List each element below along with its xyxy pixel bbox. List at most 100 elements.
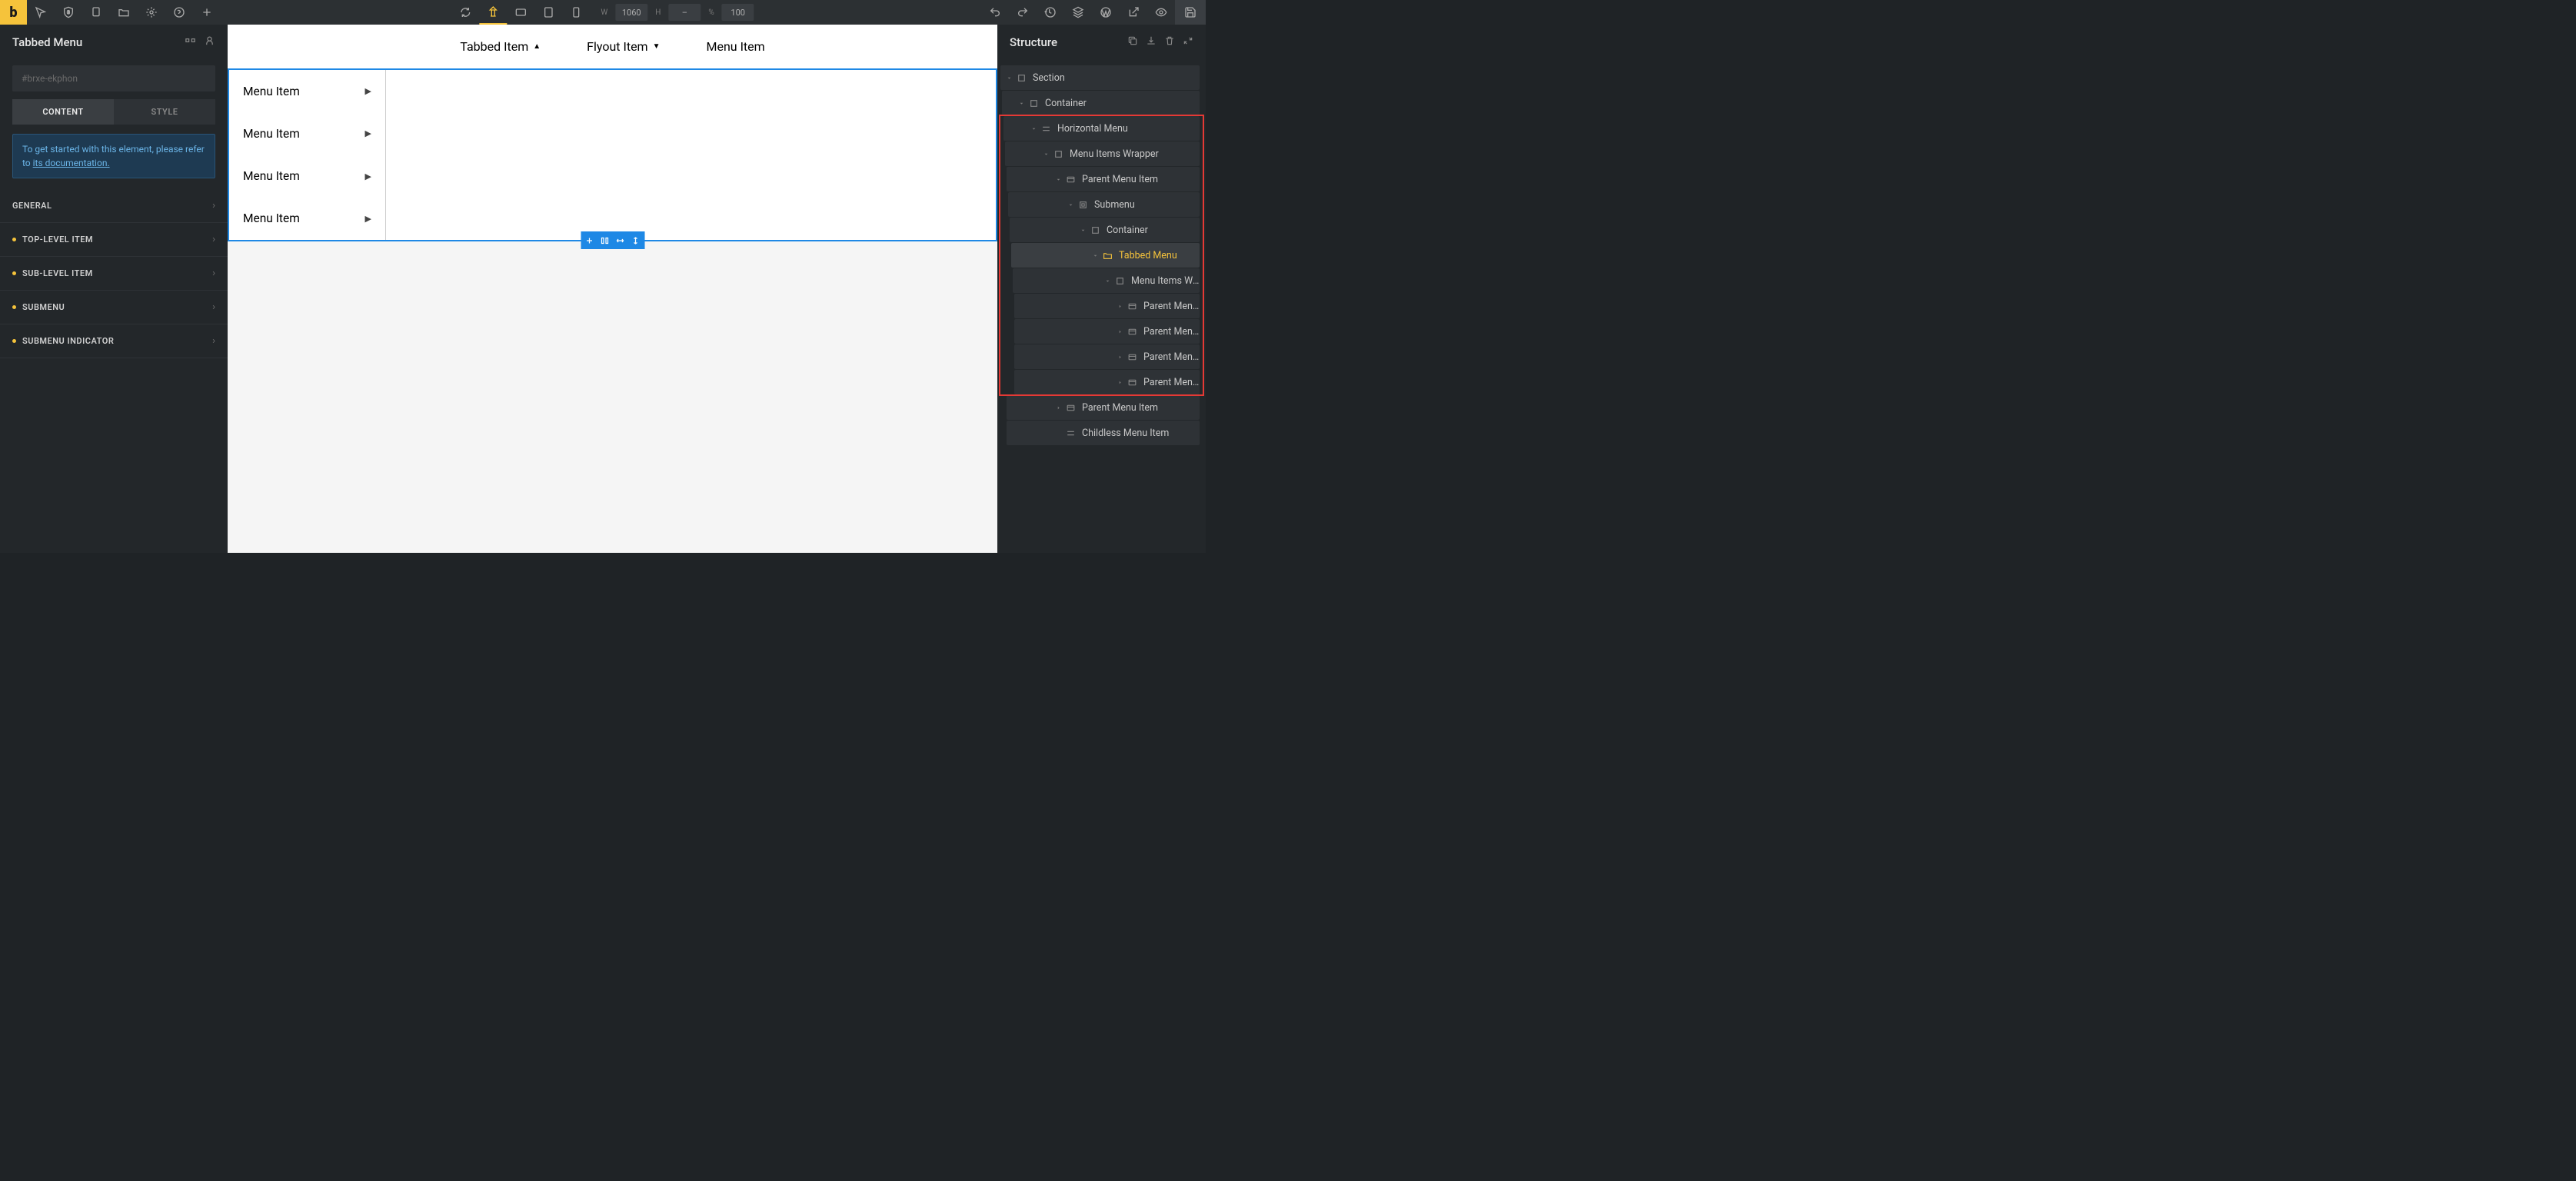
preview-icon[interactable] xyxy=(1147,0,1175,25)
tree-node[interactable]: Parent Menu Item xyxy=(1007,395,1200,420)
tree-node[interactable]: Horizontal Menu xyxy=(1003,116,1200,141)
tab-content[interactable]: CONTENT xyxy=(12,99,114,125)
undo-icon[interactable] xyxy=(981,0,1009,25)
element-controls xyxy=(581,231,644,249)
chevron-down-icon[interactable] xyxy=(1028,125,1039,132)
chevron-down-icon[interactable] xyxy=(1003,75,1014,82)
folder-icon[interactable] xyxy=(110,0,138,25)
external-link-icon[interactable] xyxy=(1120,0,1147,25)
pages-icon[interactable] xyxy=(82,0,110,25)
sync-icon[interactable] xyxy=(451,0,479,25)
stretch-h-icon[interactable] xyxy=(613,233,627,248)
class-icon[interactable] xyxy=(204,35,215,49)
tree-label: Menu Items Wrapper xyxy=(1131,275,1200,287)
tree-node[interactable]: Parent Menu Item xyxy=(1007,167,1200,191)
phone-icon[interactable] xyxy=(562,0,590,25)
help-icon[interactable] xyxy=(165,0,193,25)
tree-node[interactable]: Parent Menu Item xyxy=(1014,294,1200,318)
chevron-down-icon[interactable] xyxy=(1053,176,1063,183)
info-box: To get started with this element, please… xyxy=(12,134,215,178)
card-icon xyxy=(1063,172,1077,186)
chevron-down-icon[interactable] xyxy=(1040,151,1051,158)
zoom-input[interactable] xyxy=(722,4,754,21)
submenu-icon xyxy=(1076,198,1090,211)
tree-label: Childless Menu Item xyxy=(1082,427,1169,439)
tablet-icon[interactable] xyxy=(534,0,562,25)
submenu-item[interactable]: Menu Item▶ xyxy=(229,70,385,112)
structure-panel: Structure SectionContainerHorizontal Men… xyxy=(997,25,1206,553)
save-button[interactable] xyxy=(1175,0,1206,25)
download-icon[interactable] xyxy=(1146,35,1157,49)
chevron-right-icon[interactable] xyxy=(1114,303,1125,310)
pointer-icon[interactable] xyxy=(27,0,55,25)
tree-node[interactable]: Container xyxy=(1010,218,1200,242)
tree-node[interactable]: Childless Menu Item xyxy=(1007,421,1200,445)
nav-item[interactable]: Flyout Item▼ xyxy=(587,39,660,54)
width-input[interactable] xyxy=(615,4,647,21)
copy-icon[interactable] xyxy=(1127,35,1138,49)
chevron-down-icon[interactable] xyxy=(1016,100,1027,107)
card-icon xyxy=(1063,401,1077,414)
layers-icon[interactable] xyxy=(1064,0,1092,25)
tree-label: Container xyxy=(1107,225,1148,236)
columns-icon[interactable] xyxy=(597,233,612,248)
svg-text:3: 3 xyxy=(67,9,70,15)
tablet-landscape-icon[interactable] xyxy=(507,0,534,25)
tree-node[interactable]: Section xyxy=(1000,65,1200,90)
desktop-base-icon[interactable] xyxy=(479,0,507,25)
tree-node[interactable]: Submenu xyxy=(1008,192,1200,217)
shield-icon[interactable]: 3 xyxy=(55,0,82,25)
stretch-v-icon[interactable] xyxy=(628,233,643,248)
height-label: H xyxy=(651,8,665,17)
history-icon[interactable] xyxy=(1037,0,1064,25)
section-sub-level-item[interactable]: SUB-LEVEL ITEM› xyxy=(0,257,228,291)
chevron-right-icon[interactable] xyxy=(1114,328,1125,335)
tree-label: Container xyxy=(1045,98,1087,109)
height-input[interactable] xyxy=(668,4,701,21)
chevron-down-icon[interactable] xyxy=(1065,201,1076,208)
settings-icon[interactable] xyxy=(138,0,165,25)
tree-node[interactable]: Parent Menu Item xyxy=(1014,344,1200,369)
logo[interactable]: b xyxy=(0,0,27,25)
tree-node[interactable]: Tabbed Menu xyxy=(1011,243,1200,268)
nav-item[interactable]: Tabbed Item▲ xyxy=(460,39,541,54)
section-top-level-item[interactable]: TOP-LEVEL ITEM› xyxy=(0,223,228,257)
tabbed-menu-element[interactable]: Menu Item▶Menu Item▶Menu Item▶Menu Item▶ xyxy=(228,68,997,241)
chevron-down-icon[interactable] xyxy=(1077,227,1088,234)
trash-icon[interactable] xyxy=(1164,35,1175,49)
tree-node[interactable]: Parent Menu Item xyxy=(1014,370,1200,394)
tree-label: Parent Menu Item xyxy=(1143,326,1200,338)
add-element-icon[interactable] xyxy=(582,233,597,248)
nav-item[interactable]: Menu Item xyxy=(706,39,764,54)
tree-label: Tabbed Menu xyxy=(1119,250,1177,261)
tree-node[interactable]: Parent Menu Item xyxy=(1014,319,1200,344)
flex-icon[interactable] xyxy=(185,35,196,49)
element-id-field[interactable]: #brxe-ekphon xyxy=(12,65,215,91)
tree-node[interactable]: Container xyxy=(1002,91,1200,115)
chevron-right-icon[interactable] xyxy=(1114,379,1125,386)
section-general[interactable]: GENERAL› xyxy=(0,189,228,223)
redo-icon[interactable] xyxy=(1009,0,1037,25)
tree-node[interactable]: Menu Items Wrapper xyxy=(1013,268,1200,293)
tree-label: Parent Menu Item xyxy=(1143,301,1200,312)
canvas-area[interactable]: Tabbed Item▲ Flyout Item▼ Menu Item Menu I… xyxy=(228,25,997,553)
menu-icon xyxy=(1063,426,1077,440)
chevron-right-icon[interactable] xyxy=(1114,354,1125,361)
submenu-item[interactable]: Menu Item▶ xyxy=(229,112,385,155)
collapse-icon[interactable] xyxy=(1183,35,1193,49)
chevron-down-icon[interactable] xyxy=(1102,278,1113,284)
submenu-item[interactable]: Menu Item▶ xyxy=(229,155,385,198)
horizontal-menu: Tabbed Item▲ Flyout Item▼ Menu Item xyxy=(228,25,997,68)
section-submenu[interactable]: SUBMENU› xyxy=(0,291,228,324)
section-submenu-indicator[interactable]: SUBMENU INDICATOR› xyxy=(0,324,228,358)
submenu-item[interactable]: Menu Item▶ xyxy=(229,198,385,240)
chevron-down-icon[interactable] xyxy=(1090,252,1100,259)
square-icon xyxy=(1088,223,1102,237)
documentation-link[interactable]: its documentation. xyxy=(33,158,110,168)
add-icon[interactable] xyxy=(193,0,221,25)
tree-label: Submenu xyxy=(1094,199,1135,211)
tab-style[interactable]: STYLE xyxy=(114,99,215,125)
tree-node[interactable]: Menu Items Wrapper xyxy=(1005,141,1200,166)
wordpress-icon[interactable] xyxy=(1092,0,1120,25)
chevron-right-icon[interactable] xyxy=(1053,404,1063,411)
